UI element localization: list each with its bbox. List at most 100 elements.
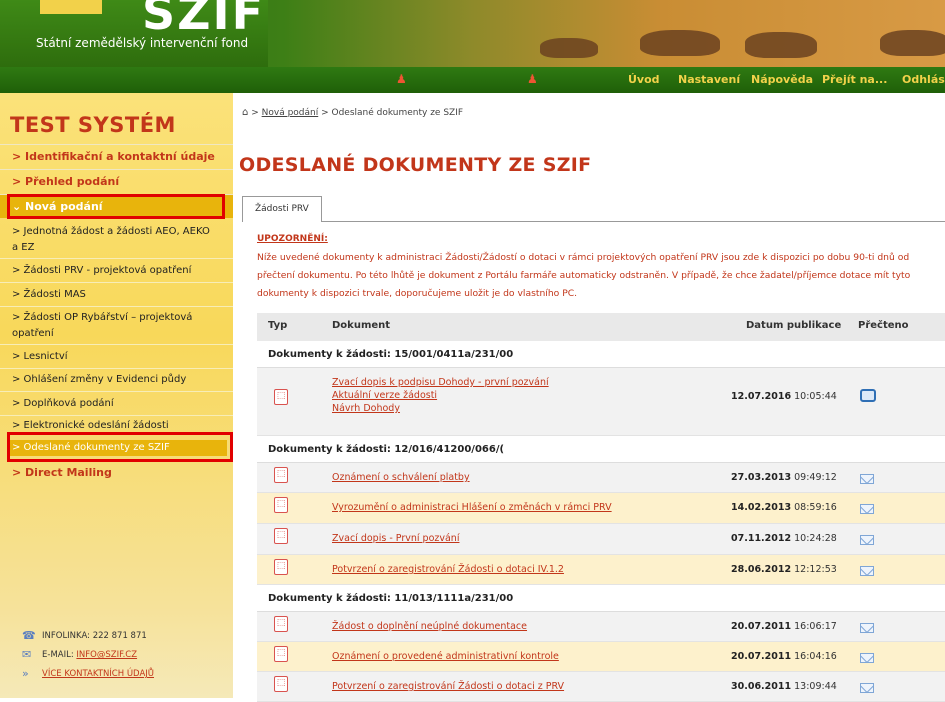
column-header-dokument: Dokument <box>332 320 391 331</box>
document-link[interactable]: Potvrzení o zaregistrování Žádosti o dot… <box>332 564 564 575</box>
table-row: ⬚ Potvrzení o zaregistrování Žádosti o d… <box>257 555 945 585</box>
nav-napoveda[interactable]: Nápověda <box>751 73 813 86</box>
column-header-precteno: Přečteno <box>858 320 909 331</box>
double-arrow-icon: » <box>22 667 29 680</box>
page-title: ODESLANÉ DOKUMENTY ZE SZIF <box>239 154 592 176</box>
column-header-typ: Typ <box>268 320 288 331</box>
table-row: ⬚ Vyrozumění o administraci Hlášení o zm… <box>257 493 945 524</box>
pdf-icon[interactable]: ⬚ <box>274 467 288 483</box>
sidebar-subitem-ohlaseni-zmeny[interactable]: > Ohlášení změny v Evidenci půdy <box>12 372 218 388</box>
nav-odhlasit[interactable]: Odhlásit <box>902 73 945 86</box>
nav-prejit-na[interactable]: Přejít na... <box>822 73 887 86</box>
table-header: Typ Dokument Datum publikace Přečteno <box>257 313 945 341</box>
unread-mail-icon[interactable] <box>860 683 874 693</box>
unread-mail-icon[interactable] <box>860 623 874 633</box>
phone-icon: ☎ <box>22 629 36 642</box>
pdf-icon[interactable]: ⬚ <box>274 389 288 405</box>
table-row: ⬚ Zvací dopis k podpisu Dohody - první p… <box>257 368 945 436</box>
sidebar: TEST SYSTÉM > Identifikační a kontaktní … <box>0 93 233 698</box>
sidebar-subitem-jednotna-zadost[interactable]: > Jednotná žádost a žádosti AEO, AEKO a … <box>12 224 218 256</box>
document-link[interactable]: Oznámení o schválení platby <box>332 472 470 483</box>
group-row: Dokumenty k žádosti: 12/016/41200/066/( <box>257 436 945 463</box>
sidebar-subitem-zadosti-mas[interactable]: > Žádosti MAS <box>12 287 218 303</box>
publication-date: 14.02.2013 08:59:16 <box>731 502 837 513</box>
sidebar-subitem-doplnkova-podani[interactable]: > Doplňková podání <box>12 396 218 412</box>
tab-zadosti-prv[interactable]: Žádosti PRV <box>242 196 322 222</box>
document-link[interactable]: Vyrozumění o administraci Hlášení o změn… <box>332 502 612 513</box>
document-link[interactable]: Oznámení o provedené administrativní kon… <box>332 651 559 662</box>
logo-subtitle: Státní zemědělský intervenční fond <box>36 36 249 50</box>
sidebar-subitem-op-rybarstvi[interactable]: > Žádosti OP Rybářství – projektová opat… <box>12 310 218 342</box>
document-link[interactable]: Potvrzení o zaregistrování Žádosti o dot… <box>332 681 564 692</box>
divider <box>0 344 233 345</box>
highlight-box-nova-podani <box>7 194 225 219</box>
tab-strip: Žádosti PRV <box>242 196 945 222</box>
table-row: ⬚ Oznámení o schválení platby 27.03.2013… <box>257 463 945 493</box>
nav-nastaveni[interactable]: Nastavení <box>678 73 740 86</box>
pdf-icon[interactable]: ⬚ <box>274 528 288 544</box>
notice-text: Níže uvedené dokumenty k administraci Žá… <box>257 252 911 299</box>
contact-more: » VÍCE KONTAKTNÍCH ÚDAJŮ <box>22 667 154 680</box>
pdf-icon[interactable]: ⬚ <box>274 616 288 632</box>
logo[interactable]: SZIF Státní zemědělský intervenční fond <box>0 0 268 67</box>
divider <box>0 282 233 283</box>
user-icon[interactable]: ♟ <box>527 72 539 86</box>
pdf-icon[interactable]: ⬚ <box>274 676 288 692</box>
header-photo-cow <box>880 30 945 56</box>
unread-mail-icon[interactable] <box>860 653 874 663</box>
sidebar-subitem-lesnictvi[interactable]: > Lesnictví <box>12 349 218 365</box>
sidebar-item-prehled-podani[interactable]: > Přehled podání <box>0 169 233 193</box>
table-row: ⬚ Zvací dopis - První pozvání 07.11.2012… <box>257 524 945 555</box>
header-photo-cow <box>540 38 598 58</box>
nav-uvod[interactable]: Úvod <box>628 73 660 86</box>
top-nav: ♟ ♟ Úvod Nastavení Nápověda Přejít na...… <box>0 67 945 93</box>
contact-box: ☎ INFOLINKA: 222 871 871 ✉ E-MAIL: INFO@… <box>0 620 233 698</box>
breadcrumb-link-nova-podani[interactable]: Nová podání <box>262 108 319 118</box>
publication-date: 28.06.2012 12:12:53 <box>731 564 837 575</box>
document-link[interactable]: Zvací dopis - První pozvání <box>332 533 459 544</box>
more-contacts-link[interactable]: VÍCE KONTAKTNÍCH ÚDAJŮ <box>42 669 154 679</box>
divider <box>0 391 233 392</box>
divider <box>0 306 233 307</box>
divider <box>0 368 233 369</box>
publication-date: 07.11.2012 10:24:28 <box>731 533 837 544</box>
publication-date: 30.06.2011 13:09:44 <box>731 681 837 692</box>
sidebar-item-direct-mailing[interactable]: > Direct Mailing <box>0 461 233 485</box>
pdf-icon[interactable]: ⬚ <box>274 497 288 513</box>
site-header: SZIF Státní zemědělský intervenční fond <box>0 0 945 67</box>
document-link[interactable]: Žádost o doplnění neúplné dokumentace <box>332 621 527 632</box>
logo-emblem <box>40 0 102 14</box>
contact-email: ✉ E-MAIL: INFO@SZIF.CZ <box>22 648 138 661</box>
publication-date: 20.07.2011 16:06:17 <box>731 621 837 632</box>
notice-title: UPOZORNĚNÍ: <box>257 234 328 244</box>
mail-icon: ✉ <box>22 648 32 661</box>
user-icon[interactable]: ♟ <box>396 72 408 86</box>
divider <box>0 415 233 416</box>
unread-mail-icon[interactable] <box>860 535 874 545</box>
sidebar-item-identifikacni-udaje[interactable]: > Identifikační a kontaktní údaje <box>0 144 233 168</box>
pdf-icon[interactable]: ⬚ <box>274 559 288 575</box>
unread-mail-icon[interactable] <box>860 566 874 576</box>
breadcrumb-current: Odeslané dokumenty ze SZIF <box>331 108 464 118</box>
read-mail-icon[interactable] <box>860 389 876 402</box>
logo-text: SZIF <box>142 0 266 40</box>
unread-mail-icon[interactable] <box>860 504 874 514</box>
sidebar-subitem-zadosti-prv[interactable]: > Žádosti PRV - projektová opatření <box>12 263 218 279</box>
group-row: Dokumenty k žádosti: 15/001/0411a/231/00 <box>257 341 945 368</box>
pdf-icon[interactable]: ⬚ <box>274 646 288 662</box>
document-link[interactable]: Zvací dopis k podpisu Dohody - první poz… <box>332 377 549 388</box>
document-link[interactable]: Aktuální verze žádosti <box>332 390 437 401</box>
unread-mail-icon[interactable] <box>860 474 874 484</box>
breadcrumb: ⌂ > Nová podání > Odeslané dokumenty ze … <box>242 107 464 118</box>
document-link[interactable]: Návrh Dohody <box>332 403 400 414</box>
table-row: ⬚ Oznámení o provedené administrativní k… <box>257 642 945 672</box>
group-row: Dokumenty k žádosti: 11/013/1111a/231/00 <box>257 585 945 612</box>
sidebar-title: TEST SYSTÉM <box>10 113 176 137</box>
publication-date: 20.07.2011 16:04:16 <box>731 651 837 662</box>
highlight-box-odeslane-dokumenty <box>7 432 233 462</box>
publication-date: 27.03.2013 09:49:12 <box>731 472 837 483</box>
header-photo-cow <box>640 30 720 56</box>
email-link[interactable]: INFO@SZIF.CZ <box>76 650 137 660</box>
publication-date: 12.07.2016 10:05:44 <box>731 391 837 402</box>
column-header-datum: Datum publikace <box>746 320 842 331</box>
